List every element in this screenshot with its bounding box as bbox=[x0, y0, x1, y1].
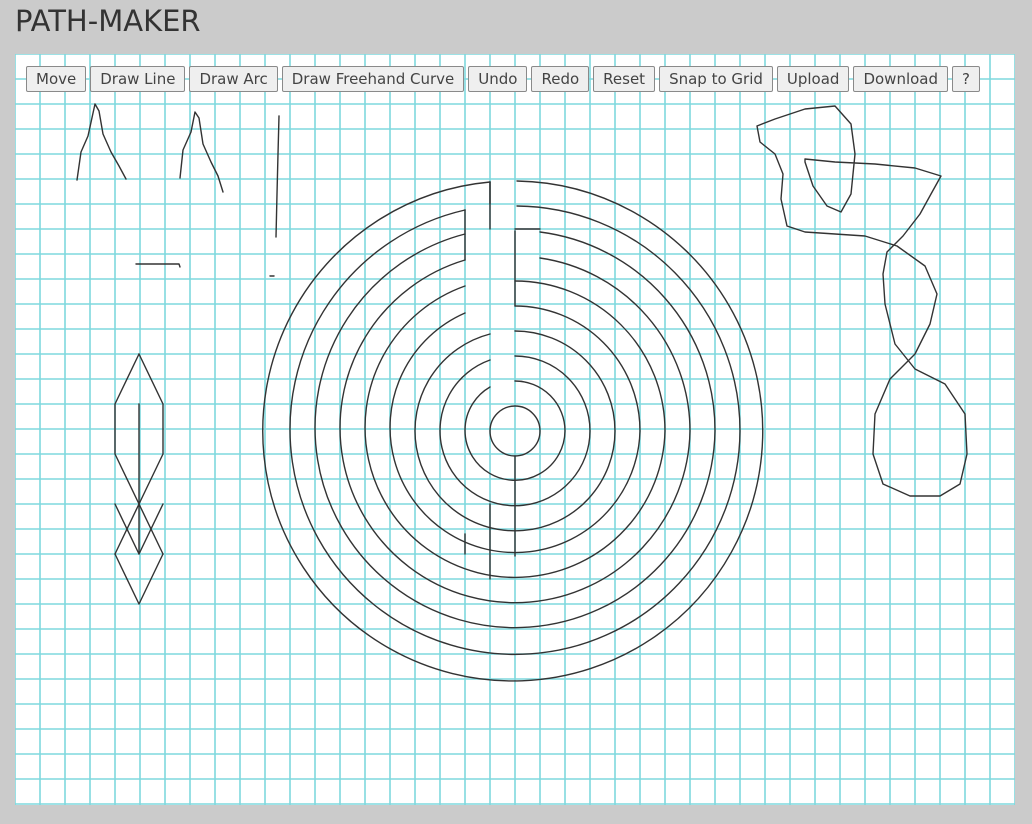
app-title: PATH-MAKER bbox=[15, 4, 201, 38]
download-button[interactable]: Download bbox=[853, 66, 949, 92]
drawing-canvas[interactable]: Move Draw Line Draw Arc Draw Freehand Curve… bbox=[15, 54, 1015, 805]
draw-freehand-button[interactable]: Draw Freehand Curve bbox=[281, 66, 465, 92]
draw-line-button[interactable]: Draw Line bbox=[90, 66, 186, 92]
help-button[interactable]: ? bbox=[952, 66, 980, 92]
reset-button[interactable]: Reset bbox=[593, 66, 656, 92]
line-path[interactable] bbox=[135, 263, 181, 268]
canvas-svg[interactable] bbox=[15, 54, 1015, 805]
freehand-stroke[interactable] bbox=[275, 115, 280, 238]
snap-button[interactable]: Snap to Grid bbox=[659, 66, 773, 92]
freehand-stroke[interactable] bbox=[179, 111, 224, 193]
upload-button[interactable]: Upload bbox=[776, 66, 850, 92]
undo-button[interactable]: Undo bbox=[468, 66, 528, 92]
redo-button[interactable]: Redo bbox=[531, 66, 590, 92]
move-button[interactable]: Move bbox=[26, 66, 87, 92]
freehand-stroke[interactable] bbox=[76, 103, 127, 181]
toolbar: Move Draw Line Draw Arc Draw Freehand Curve… bbox=[26, 66, 980, 92]
freehand-stroke[interactable] bbox=[756, 105, 968, 497]
drawn-paths[interactable] bbox=[76, 103, 968, 682]
labyrinth-arcs[interactable] bbox=[262, 180, 764, 682]
grid-lines bbox=[15, 54, 1015, 805]
draw-arc-button[interactable]: Draw Arc bbox=[189, 66, 278, 92]
